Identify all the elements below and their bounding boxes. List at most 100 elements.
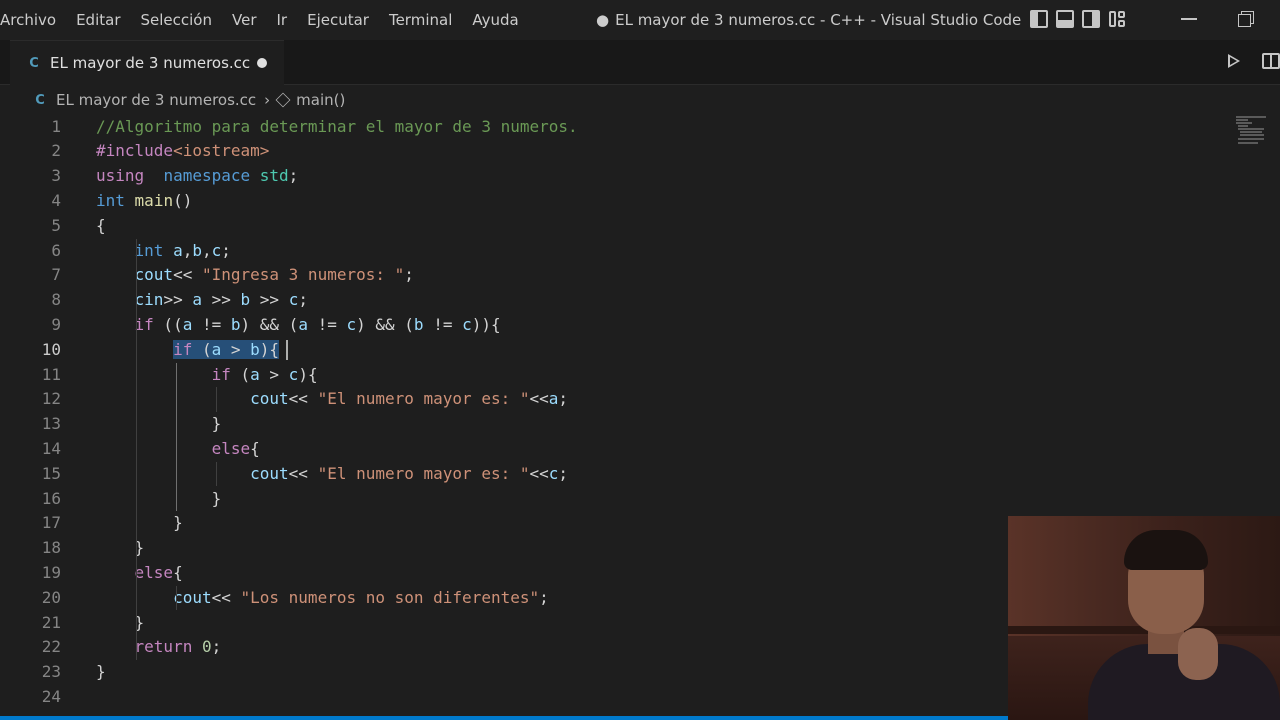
line-number: 22 bbox=[41, 637, 61, 657]
code-token: c bbox=[288, 364, 299, 384]
unsaved-changes-icon[interactable] bbox=[257, 58, 267, 68]
code-token: ; bbox=[558, 389, 569, 409]
code-token: //Algoritmo para determinar el mayor de … bbox=[96, 116, 578, 136]
code-text: } bbox=[96, 412, 222, 437]
code-text: if (a > b){ bbox=[96, 338, 280, 363]
line-number: 3 bbox=[51, 166, 61, 186]
code-token: a bbox=[250, 364, 260, 384]
breadcrumb-symbol[interactable]: main() bbox=[296, 91, 345, 109]
indent-guide bbox=[216, 387, 217, 413]
code-token: ; bbox=[288, 166, 299, 186]
code-token: ; bbox=[221, 240, 231, 260]
code-token: != bbox=[192, 314, 231, 334]
code-token: { bbox=[96, 215, 106, 235]
code-text: #include<iostream> bbox=[96, 139, 269, 164]
minimize-icon[interactable] bbox=[1180, 10, 1198, 28]
code-text: using namespace std; bbox=[96, 164, 298, 189]
line-number: 18 bbox=[41, 538, 61, 558]
code-token: b bbox=[250, 339, 260, 359]
code-token: c bbox=[462, 314, 472, 334]
code-text: else{ bbox=[96, 561, 183, 586]
indent-guide bbox=[176, 585, 177, 611]
run-icon[interactable] bbox=[1228, 54, 1241, 68]
editor-tab[interactable]: C EL mayor de 3 numeros.cc bbox=[10, 40, 284, 85]
code-token: << bbox=[211, 587, 241, 607]
line-number: 24 bbox=[41, 686, 61, 706]
code-token: << bbox=[288, 463, 318, 483]
code-text: } bbox=[96, 487, 222, 512]
menu-item-1[interactable]: Editar bbox=[66, 0, 130, 40]
code-token: { bbox=[173, 562, 183, 582]
menu-item-2[interactable]: Selección bbox=[131, 0, 223, 40]
menu-item-5[interactable]: Ejecutar bbox=[297, 0, 379, 40]
line-number: 23 bbox=[41, 662, 61, 682]
line-number: 10 bbox=[41, 339, 61, 359]
breadcrumb-file[interactable]: EL mayor de 3 numeros.cc bbox=[56, 91, 256, 109]
line-number: 5 bbox=[51, 215, 61, 235]
toggle-primary-sidebar-icon[interactable] bbox=[1030, 10, 1048, 28]
code-token: ( bbox=[192, 339, 212, 359]
code-token: } bbox=[96, 414, 222, 434]
code-text: cin>> a >> b >> c; bbox=[96, 288, 308, 313]
code-token: "El numero mayor es: " bbox=[317, 389, 530, 409]
code-text: if (a > c){ bbox=[96, 363, 318, 388]
code-token: a bbox=[298, 314, 308, 334]
code-token: cout bbox=[250, 463, 289, 483]
code-token: > bbox=[221, 339, 251, 359]
restore-icon[interactable] bbox=[1238, 10, 1256, 28]
code-token: { bbox=[491, 314, 501, 334]
code-token: > bbox=[259, 364, 289, 384]
customize-layout-icon[interactable] bbox=[1108, 10, 1126, 28]
code-token: return bbox=[134, 637, 193, 657]
code-text: } bbox=[96, 660, 106, 685]
indent-guide bbox=[136, 238, 137, 661]
code-token: main bbox=[134, 190, 174, 210]
code-token: ; bbox=[558, 463, 569, 483]
code-token: if bbox=[173, 339, 193, 359]
menu-item-0[interactable]: Archivo bbox=[0, 0, 66, 40]
split-editor-icon[interactable] bbox=[1262, 53, 1280, 69]
code-text: cout<< "El numero mayor es: "<<a; bbox=[96, 387, 568, 412]
menu-item-6[interactable]: Terminal bbox=[379, 0, 462, 40]
menu-item-7[interactable]: Ayuda bbox=[462, 0, 528, 40]
toggle-secondary-sidebar-icon[interactable] bbox=[1082, 10, 1100, 28]
code-text: cout<< "Ingresa 3 numeros: "; bbox=[96, 263, 414, 288]
toggle-panel-icon[interactable] bbox=[1056, 10, 1074, 28]
line-number: 2 bbox=[51, 141, 61, 161]
code-token: >> bbox=[201, 290, 241, 310]
menu-item-3[interactable]: Ver bbox=[222, 0, 267, 40]
code-token: "El numero mayor es: " bbox=[317, 463, 530, 483]
line-number: 8 bbox=[51, 290, 61, 310]
line-number: 12 bbox=[41, 389, 61, 409]
code-token: a bbox=[211, 339, 222, 359]
code-token: ; bbox=[298, 290, 308, 310]
code-token: ) && ( bbox=[240, 314, 299, 334]
code-token: ){ bbox=[298, 364, 318, 384]
code-token: (( bbox=[153, 314, 183, 334]
code-text: else{ bbox=[96, 437, 260, 462]
code-token: c bbox=[346, 314, 357, 334]
text-cursor bbox=[286, 339, 288, 360]
cpp-file-icon: C bbox=[35, 92, 45, 108]
minimap[interactable] bbox=[1232, 114, 1274, 154]
code-token: b bbox=[413, 314, 424, 334]
code-token: != bbox=[307, 314, 347, 334]
code-token: a bbox=[173, 240, 183, 260]
code-text: } bbox=[96, 511, 183, 536]
code-token: , bbox=[202, 240, 212, 260]
code-token: )) bbox=[471, 314, 491, 334]
line-number: 19 bbox=[41, 562, 61, 582]
symbol-method-icon bbox=[275, 92, 291, 108]
code-token: 0 bbox=[201, 637, 212, 657]
line-number: 13 bbox=[41, 414, 61, 434]
code-token: using bbox=[96, 166, 145, 186]
menu-item-4[interactable]: Ir bbox=[267, 0, 298, 40]
line-number: 9 bbox=[51, 314, 61, 334]
unsaved-dot: ● bbox=[596, 11, 610, 29]
